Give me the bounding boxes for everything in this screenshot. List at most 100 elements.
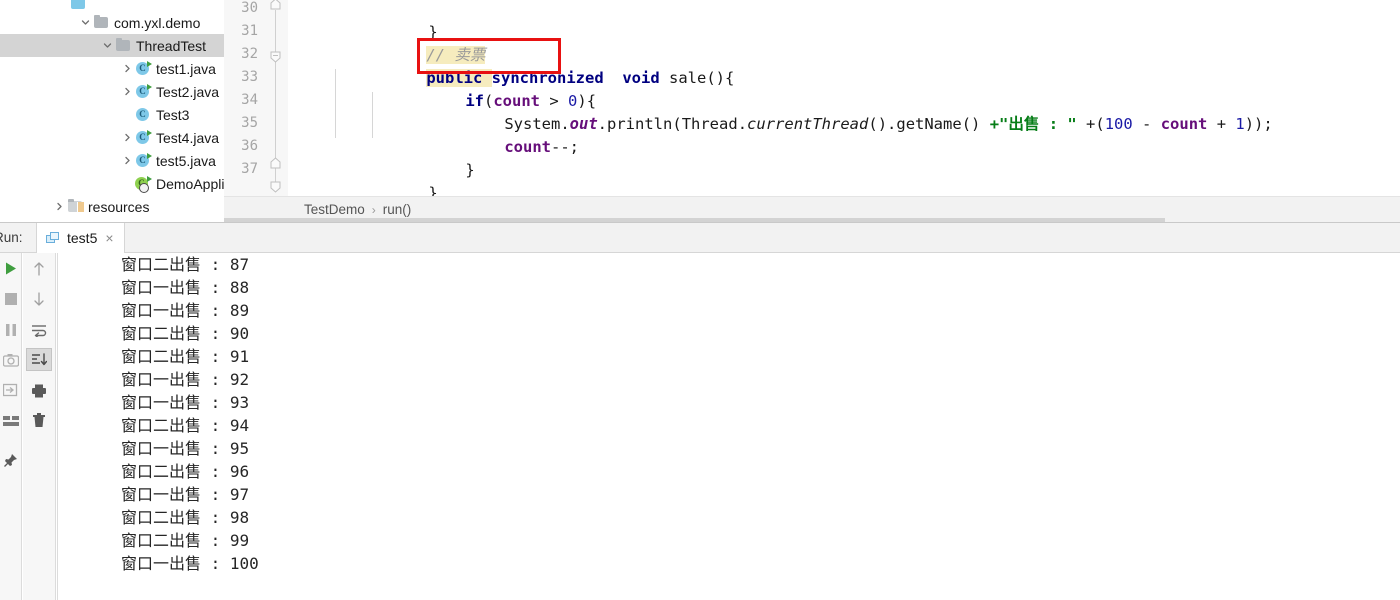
trash-icon [33,413,45,427]
tree-item-com-yxl-demo[interactable]: com.yxl.demo [0,11,224,34]
pin-icon [4,454,17,467]
export-button[interactable] [0,378,21,401]
console-line: 窗口二出售 : 87 [121,255,250,274]
tree-item-label: resources [88,198,150,215]
code-token: } [465,161,475,179]
tree-item-test2-java[interactable]: C Test2.java [0,80,224,103]
code-line-37: } [288,159,437,196]
code-text-area[interactable]: } // 卖票 public synchronized void sale(){… [288,0,1400,196]
tree-item-test5-java[interactable]: C test5.java [0,149,224,172]
line-number: 30 [241,0,258,16]
console-lines-container: 窗口二出售 : 87 窗口一出售 : 88 窗口一出售 : 89 窗口二出售 :… [67,253,259,575]
console-actions-toolbar[interactable] [23,253,56,600]
tree-item-partial[interactable] [0,0,224,11]
code-token-string: "出售 : " [999,115,1077,133]
breadcrumb-item-testdemo[interactable]: TestDemo [304,202,365,217]
breadcrumb-separator-icon: › [371,202,376,217]
top-section: com.yxl.demo ThreadTest C test1.java C T… [0,0,1400,223]
code-token-getname: getName [896,115,962,133]
run-actions-toolbar-left[interactable] [0,253,22,600]
scroll-to-end-button[interactable] [26,348,52,371]
print-button[interactable] [26,379,52,402]
tree-item-test4-java[interactable]: C Test4.java [0,126,224,149]
run-panel-label: Run: [0,230,23,245]
camera-icon [2,353,19,367]
console-line: 窗口一出售 : 93 [121,393,250,412]
run-config-icon [46,231,60,245]
code-token-method-name: sale [669,69,707,87]
stop-button[interactable] [0,287,21,310]
clear-button[interactable] [26,409,52,432]
code-line-33: if(count > 0){ [465,92,597,110]
chevron-right-icon[interactable] [120,133,135,142]
breadcrumb-item-run[interactable]: run() [383,202,412,217]
code-token-currentthread: currentThread [747,115,869,133]
tree-item-resources[interactable]: resources [0,195,224,218]
java-class-icon: C [135,153,152,168]
intellij-idea-window: com.yxl.demo ThreadTest C test1.java C T… [0,0,1400,600]
tree-item-label: test5.java [156,152,216,169]
run-tab-test5[interactable]: test5 × [36,223,125,253]
pin-button[interactable] [0,449,21,472]
fold-marker-icon[interactable] [269,0,282,11]
soft-wrap-button[interactable] [26,318,52,341]
console-line: 窗口一出售 : 100 [121,554,259,573]
tree-item-label: Test4.java [156,129,220,146]
tree-item-label: test1.java [156,60,216,77]
screenshot-button[interactable] [0,348,21,371]
code-editor[interactable]: 30 31 32 33 34 35 36 37} // 卖票 public s… [224,0,1400,222]
soft-wrap-icon [32,324,47,337]
stop-icon [4,292,17,305]
code-line-34: System.out.println(Thread.currentThread(… [504,115,1273,133]
tree-item-label: Test3 [156,106,190,123]
tree-item-test3[interactable]: C Test3 [0,103,224,126]
run-tab-label: test5 [67,230,98,246]
console-line: 窗口一出售 : 89 [121,301,250,320]
tree-item-test1-java[interactable]: C test1.java [0,57,224,80]
chevron-right-icon[interactable] [120,87,135,96]
rerun-button[interactable] [0,257,21,280]
pause-button[interactable] [0,318,21,341]
spring-boot-class-icon: C [135,176,152,193]
tree-item-demoapplication[interactable]: C DemoApplication [0,172,224,195]
down-button[interactable] [26,287,52,310]
code-line-35: count--; [504,138,579,156]
tree-item-threadtest[interactable]: ThreadTest [0,34,224,57]
code-token-println: println [607,115,673,133]
chevron-right-icon[interactable] [52,202,67,211]
chevron-right-icon[interactable] [120,156,135,165]
console-line: 窗口一出售 : 97 [121,485,250,504]
code-line-30: } [288,0,437,41]
tree-item-label: ThreadTest [136,37,207,54]
code-line-38-partial: } [288,182,475,194]
java-class-icon: C [135,61,152,76]
project-tree-panel[interactable]: com.yxl.demo ThreadTest C test1.java C T… [0,0,224,222]
printer-icon [32,384,46,397]
fold-marker-icon[interactable] [269,180,282,193]
line-number: 33 [241,69,258,85]
pause-icon [5,323,16,336]
folder-icon [70,0,87,11]
run-tab-bar: Run: test5 × [0,223,1400,253]
run-tool-window: Run: test5 × [0,222,1400,600]
layout-blocks-icon [2,415,19,426]
fold-marker-icon[interactable] [269,157,282,170]
up-button[interactable] [26,257,52,280]
layout-button[interactable] [0,409,21,432]
fold-marker-collapse-icon[interactable] [269,50,282,63]
code-line-36: } [288,136,474,179]
line-number: 31 [241,23,258,39]
arrow-down-icon [34,291,44,306]
chevron-right-icon[interactable] [120,64,135,73]
java-class-icon: C [135,84,152,99]
chevron-down-icon[interactable] [100,41,115,50]
chevron-down-icon[interactable] [78,18,93,27]
console-line: 窗口二出售 : 99 [121,531,250,550]
code-folding-strip[interactable] [264,0,288,196]
java-class-icon: C [135,130,152,145]
console-line: 窗口二出售 : 90 [121,324,250,343]
close-icon[interactable]: × [105,231,113,245]
console-output[interactable]: 窗口二出售 : 87 窗口一出售 : 88 窗口一出售 : 89 窗口二出售 :… [57,253,1400,600]
line-number: 37 [241,161,258,177]
tree-item-label: Test2.java [156,83,220,100]
